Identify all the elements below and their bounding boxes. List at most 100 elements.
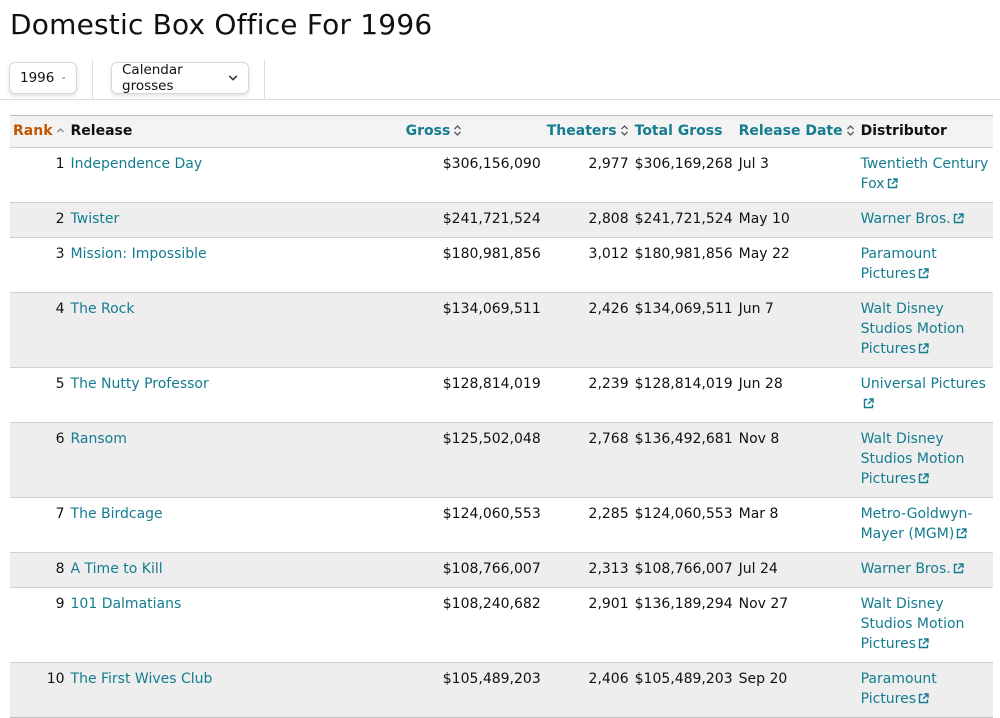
release-link[interactable]: Mission: Impossible xyxy=(71,246,207,262)
external-link-icon xyxy=(918,343,929,354)
table-row: 3 Mission: Impossible $180,981,856 3,012 $18… xyxy=(10,237,993,293)
release-link[interactable]: The Rock xyxy=(71,301,135,317)
controls-divider xyxy=(92,60,93,100)
table-row: 5 The Nutty Professor $128,814,019 2,239 $12… xyxy=(10,367,993,423)
release-date-cell: Nov 8 xyxy=(735,422,858,498)
rank-cell: 4 xyxy=(10,292,68,368)
gross-cell: $105,489,203 xyxy=(402,662,544,718)
gross-cell: $241,721,524 xyxy=(402,202,544,238)
sort-arrows-icon xyxy=(620,125,628,136)
theaters-column-header[interactable]: Theaters xyxy=(543,115,632,148)
theaters-cell: 2,808 xyxy=(543,202,632,238)
distributor-link[interactable]: Universal Pictures xyxy=(861,376,986,412)
release-date-cell: Nov 27 xyxy=(735,587,858,663)
gross-column-header[interactable]: Gross xyxy=(402,115,544,148)
release-link[interactable]: The Birdcage xyxy=(71,506,163,522)
distributor-link[interactable]: Paramount Pictures xyxy=(861,246,937,282)
gross-cell: $124,060,553 xyxy=(402,497,544,553)
distributor-link[interactable]: Warner Bros. xyxy=(861,561,964,577)
release-date-cell: May 10 xyxy=(735,202,858,238)
rank-cell: 7 xyxy=(10,497,68,553)
distributor-link[interactable]: Twentieth Century Fox xyxy=(861,156,989,192)
gross-cell: $134,069,511 xyxy=(402,292,544,368)
distributor-link[interactable]: Paramount Pictures xyxy=(861,671,937,707)
distributor-link[interactable]: Walt Disney Studios Motion Pictures xyxy=(861,301,965,357)
rank-cell: 9 xyxy=(10,587,68,663)
release-cell: 101 Dalmatians xyxy=(67,587,403,663)
release-cell: The Birdcage xyxy=(67,497,403,553)
rank-header-label: Rank xyxy=(13,123,53,139)
sort-up-icon xyxy=(56,128,64,133)
release-date-cell: Jul 24 xyxy=(735,552,858,588)
external-link-icon xyxy=(918,268,929,279)
distributor-name: Twentieth Century Fox xyxy=(860,156,989,192)
total-gross-header-label: Total Gross xyxy=(634,123,723,139)
release-link[interactable]: 101 Dalmatians xyxy=(71,596,182,612)
gross-cell: $128,814,019 xyxy=(402,367,544,423)
release-cell: Twister xyxy=(67,202,403,238)
external-link-icon xyxy=(918,638,929,649)
release-date-cell: Sep 20 xyxy=(735,662,858,718)
theaters-cell: 2,901 xyxy=(543,587,632,663)
table-row: 2 Twister $241,721,524 2,808 $241,721,524 May… xyxy=(10,202,993,238)
gross-cell: $125,502,048 xyxy=(402,422,544,498)
total-gross-cell: $180,981,856 xyxy=(631,237,736,293)
release-link[interactable]: Independence Day xyxy=(71,156,203,172)
table-row: 6 Ransom $125,502,048 2,768 $136,492,681 Nov … xyxy=(10,422,993,498)
release-cell: The First Wives Club xyxy=(67,662,403,718)
distributor-cell: Universal Pictures xyxy=(857,367,993,423)
release-link[interactable]: The Nutty Professor xyxy=(71,376,209,392)
gross-cell: $180,981,856 xyxy=(402,237,544,293)
distributor-name: Walt Disney Studios Motion Pictures xyxy=(860,301,965,357)
release-date-cell: Jun 7 xyxy=(735,292,858,368)
distributor-name: Warner Bros. xyxy=(860,211,951,227)
distributor-cell: Walt Disney Studios Motion Pictures xyxy=(857,422,993,498)
theaters-cell: 2,313 xyxy=(543,552,632,588)
sort-arrows-icon xyxy=(454,125,462,136)
table-row: 4 The Rock $134,069,511 2,426 $134,069,511 Ju… xyxy=(10,292,993,368)
release-cell: The Rock xyxy=(67,292,403,368)
release-link[interactable]: The First Wives Club xyxy=(71,671,213,687)
distributor-link[interactable]: Warner Bros. xyxy=(861,211,964,227)
gross-type-dropdown-value: Calendar grosses xyxy=(122,62,183,94)
release-link[interactable]: A Time to Kill xyxy=(71,561,163,577)
rank-cell: 8 xyxy=(10,552,68,588)
total-gross-column-header[interactable]: Total Gross xyxy=(631,115,736,148)
distributor-link[interactable]: Walt Disney Studios Motion Pictures xyxy=(861,596,965,652)
external-link-icon xyxy=(957,528,967,539)
release-date-cell: Mar 8 xyxy=(735,497,858,553)
distributor-link[interactable]: Walt Disney Studios Motion Pictures xyxy=(861,431,965,487)
release-link[interactable]: Ransom xyxy=(71,431,127,447)
gross-cell: $108,766,007 xyxy=(402,552,544,588)
release-date-column-header[interactable]: Release Date xyxy=(735,115,858,148)
theaters-cell: 2,406 xyxy=(543,662,632,718)
rank-column-header[interactable]: Rank xyxy=(10,115,68,148)
rank-cell: 6 xyxy=(10,422,68,498)
distributor-cell: Warner Bros. xyxy=(857,202,993,238)
distributor-cell: Paramount Pictures xyxy=(857,237,993,293)
distributor-cell: Paramount Pictures xyxy=(857,662,993,718)
rank-cell: 2 xyxy=(10,202,68,238)
total-gross-cell: $136,492,681 xyxy=(631,422,736,498)
table-row: 8A Time to Kill $108,766,007 2,313 $108,766… xyxy=(10,552,993,588)
distributor-cell: Warner Bros. xyxy=(857,552,993,588)
total-gross-cell: $108,766,007 xyxy=(631,552,736,588)
release-date-cell: Jun 28 xyxy=(735,367,858,423)
box-office-table: Rank Release Gross Theaters Total Gross … xyxy=(10,115,993,718)
table-row: 9 101 Dalmatians $108,240,682 2,901 $136,189… xyxy=(10,587,993,663)
filter-bar: 1996 Calendar grosses xyxy=(0,60,1000,100)
year-dropdown[interactable]: 1996 xyxy=(9,62,77,94)
table-row: 7 The Birdcage $124,060,553 2,285 $124,060,5… xyxy=(10,497,993,553)
release-column-header[interactable]: Release xyxy=(67,115,403,148)
theaters-cell: 2,239 xyxy=(543,367,632,423)
theaters-header-label: Theaters xyxy=(546,123,617,139)
release-cell: The Nutty Professor xyxy=(67,367,403,423)
rank-cell: 1 xyxy=(10,147,68,203)
release-link[interactable]: Twister xyxy=(71,211,120,227)
distributor-name: Walt Disney Studios Motion Pictures xyxy=(860,596,965,652)
total-gross-cell: $105,489,203 xyxy=(631,662,736,718)
distributor-link[interactable]: Metro-Goldwyn-Mayer (MGM) xyxy=(861,506,973,542)
gross-type-dropdown[interactable]: Calendar grosses xyxy=(111,62,249,94)
table-header-row: Rank Release Gross Theaters Total Gross … xyxy=(10,115,993,148)
distributor-cell: Twentieth Century Fox xyxy=(857,147,993,203)
